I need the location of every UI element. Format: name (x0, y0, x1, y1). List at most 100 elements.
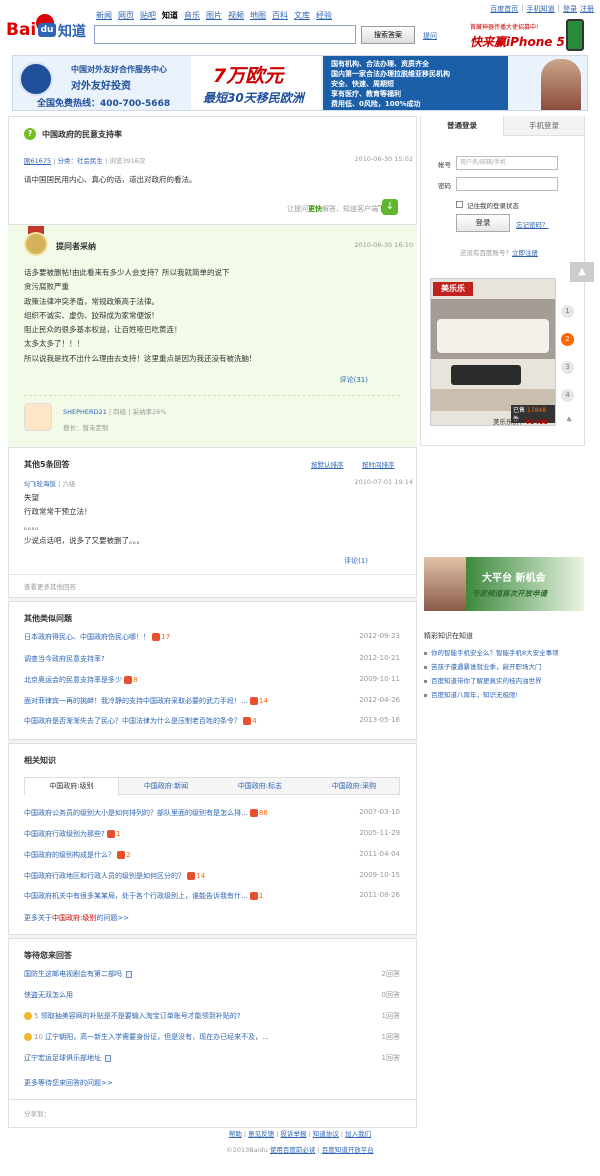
knowledge-item[interactable]: 百度知道八周年，知识无极限! (424, 689, 518, 699)
tab-news[interactable]: 中国政府:新闻 (119, 778, 213, 796)
login-button[interactable]: 登录 (456, 214, 510, 232)
nav-item[interactable]: 地图 (250, 10, 266, 21)
baidu-zhidao-logo[interactable]: Bai du 知道 (6, 14, 88, 46)
thumb-icon (249, 892, 258, 900)
related-more-link[interactable]: 更多关于中国政府:级别的问题>> (24, 913, 129, 923)
best-answer-label: 提问者采纳 (56, 242, 96, 251)
tab-logo[interactable]: 中国政府:标志 (213, 778, 307, 796)
nav-item[interactable]: 音乐 (184, 10, 200, 21)
nav-item[interactable]: 图片 (206, 10, 222, 21)
nav-item[interactable]: 文库 (294, 10, 310, 21)
forgot-password-link[interactable]: 忘记密码？ (516, 219, 549, 229)
list-item[interactable]: 日本政府得民心、中国政府伤民心哪！！ 17 2012-09-23 (24, 632, 400, 642)
avatar[interactable] (24, 403, 52, 431)
knowledge-item[interactable]: 苦孩子遭遇暴谁就业季，敲开职场大门 (424, 661, 542, 671)
download-icon[interactable]: ↓ (382, 199, 398, 215)
tab-normal-login[interactable]: 普通登录 (421, 116, 503, 136)
answer-user-link[interactable]: SJ飞轮海饭 (24, 480, 56, 488)
list-item[interactable]: 中国政府行政级别为那些? 1 2005-11-29 (24, 829, 400, 839)
nav-item[interactable]: 百科 (272, 10, 288, 21)
search-input[interactable] (94, 25, 356, 44)
nav-item[interactable]: 新闻 (96, 10, 112, 21)
expert-photo (424, 557, 466, 611)
furniture-ad[interactable]: 美乐乐 已售 17848 件 美乐乐价：¥5499 (430, 278, 556, 426)
list-item[interactable]: 中国政府的级别构成是什么？ 2 2011-04-04 (24, 850, 400, 860)
banner-point: 国内第一家合法办理拉脱维亚移民机构 (331, 70, 450, 78)
knowledge-item[interactable]: 你的智能手机安全么？智能手机8大安全事项 (424, 647, 559, 657)
banner-hotline: 全国免费热线：400-700-5668 (37, 99, 171, 109)
question-icon: ? (24, 128, 36, 140)
other-answer-date: 2010-07-01 19:14 (354, 478, 413, 486)
answerer-info: SHEPHERD21 | 四级 | 采纳率26% (63, 408, 167, 416)
footer-link[interactable]: 加入我们 (345, 1130, 371, 1138)
pending-more-link[interactable]: 更多等待您来回答的问题>> (24, 1078, 113, 1088)
back-to-top-icon[interactable]: ▲ (570, 262, 594, 282)
more-answers-link[interactable]: 查看更多其他回答 (24, 581, 76, 591)
list-item[interactable]: 北京奥运会的民意支持率是多少 8 2009-10-11 (24, 675, 400, 685)
tab-level[interactable]: 中国政府:级别 (25, 778, 119, 796)
sort-time[interactable]: 按时间排序 (362, 459, 395, 469)
answerer-link[interactable]: SHEPHERD21 (63, 408, 107, 416)
doc-icon (105, 1054, 111, 1062)
best-answer-date: 2010-06-30 16:10 (354, 241, 413, 249)
footer-link[interactable]: 投诉举报 (281, 1130, 307, 1138)
ad-settings-icon[interactable]: ♣ (566, 416, 572, 424)
list-item[interactable]: 中国政府机关中有很多某某局，处于各个行政级别上，谁能告诉我有什... 1 2011… (24, 891, 400, 901)
nav-item[interactable]: 经验 (316, 10, 332, 21)
banner-person-image (541, 59, 581, 110)
list-item[interactable]: 调查当今政府民意支持率? 2012-10-21 (24, 654, 400, 664)
nav-item[interactable]: 贴吧 (140, 10, 156, 21)
carousel-dot-1[interactable]: 1 (561, 305, 574, 318)
footer-link[interactable]: 使用百度前必读 (270, 1146, 316, 1154)
list-item[interactable]: 侠盗无双怎么用 0回答 (24, 990, 400, 1000)
sort-default[interactable]: 按默认排序 (311, 459, 344, 469)
list-item[interactable]: 中国政府公务员的级别大小是如何排列的？部队里面的级别有是怎么排... 86 200… (24, 808, 400, 818)
ad2-title: 大平台 新机会 (482, 573, 546, 584)
promo-text[interactable]: 首藏神器传播大使招募中! (470, 22, 538, 31)
pending-title: 等待您来回答 (24, 951, 72, 960)
list-item[interactable]: 面对菲律宾一再的挑衅！我冷静的支持中国政府采取必要的武力手段！... 14 201… (24, 696, 400, 706)
list-item[interactable]: 国防生这邮电视剧会有第二部吗 2回答 (24, 969, 400, 979)
tab-purchase[interactable]: 中国政府:采购 (307, 778, 401, 796)
banner-point: 国有机构、合法办理、资质齐全 (331, 60, 429, 68)
category-link[interactable]: 分类：社会民生 (58, 157, 104, 165)
question-body: 请中国国民用内心、真心的话，道出对政府的看法。 (24, 175, 197, 184)
list-item[interactable]: 5 领取抽美容网的补贴是不是要输入淘宝订单账号才能领到补贴的? 1回答 (24, 1011, 400, 1021)
remember-checkbox[interactable] (456, 201, 463, 208)
footer-link[interactable]: 知道协议 (313, 1130, 339, 1138)
question-date: 2010-06-30 15:02 (354, 155, 413, 163)
register-now-link[interactable]: 立即注册 (512, 249, 538, 257)
client-download-prompt[interactable]: 让提问更快解答，知道客户端下载 (287, 204, 392, 214)
asker-link[interactable]: 刚61675 (24, 157, 51, 165)
list-item[interactable]: 10 辽宁朝阳，高一新生入学需要身份证，但是没有，现在办已经来不及，... 1回答 (24, 1032, 400, 1042)
baidu-home-link[interactable]: 百度首页 (490, 4, 518, 14)
list-item[interactable]: 中国政府行政地区和行政人员的级别是如何区分的？ 14 2009-10-15 (24, 871, 400, 881)
other-comments-link[interactable]: 评论(1) (344, 556, 368, 566)
list-item[interactable]: 中国政府是否渐渐失去了民心？中国法律为什么是压制老百姓的条令？ 4 2013-05… (24, 716, 400, 726)
carousel-dot-3[interactable]: 3 (561, 361, 574, 374)
ad-banner[interactable]: 中国对外友好合作服务中心 对外友好投资 全国免费热线：400-700-5668 … (12, 55, 588, 111)
knowledge-item[interactable]: 百度知道带你了解更真实的桂内油世界 (424, 675, 542, 685)
promo-iphone[interactable]: 快来赢iPhone 5 (470, 33, 565, 50)
register-link[interactable]: 注册 (580, 4, 594, 14)
login-link[interactable]: 登录 (563, 4, 577, 14)
expert-channel-ad[interactable]: 大平台 新机会 专家频道首次开放申请 (424, 557, 584, 611)
comments-link[interactable]: 评论(31) (340, 375, 368, 385)
carousel-dot-4[interactable]: 4 (561, 389, 574, 402)
ask-question-link[interactable]: 提问 (423, 31, 437, 41)
footer-link[interactable]: 百度知道开放平台 (322, 1146, 374, 1154)
thumb-icon (117, 851, 126, 859)
tab-mobile-login[interactable]: 手机登录 (503, 116, 584, 136)
footer-link[interactable]: 意见反馈 (248, 1130, 274, 1138)
nav-item[interactable]: 网页 (118, 10, 134, 21)
list-item[interactable]: 辽宁宏运足球俱乐部地址 1回答 (24, 1053, 400, 1063)
search-answer-button[interactable]: 搜索答案 (361, 26, 415, 44)
carousel-dot-2[interactable]: 2 (561, 333, 574, 346)
nav-item[interactable]: 视频 (228, 10, 244, 21)
account-input[interactable]: 用户名/邮箱/手机 (456, 156, 558, 170)
mobile-zhidao-link[interactable]: 手机知道 (527, 4, 555, 14)
answerer-specialty: 擅长：暂未定制 (63, 424, 109, 432)
footer-link[interactable]: 帮助 (229, 1130, 242, 1138)
password-input[interactable] (456, 177, 558, 191)
similar-title: 其他类似问题 (24, 614, 72, 623)
